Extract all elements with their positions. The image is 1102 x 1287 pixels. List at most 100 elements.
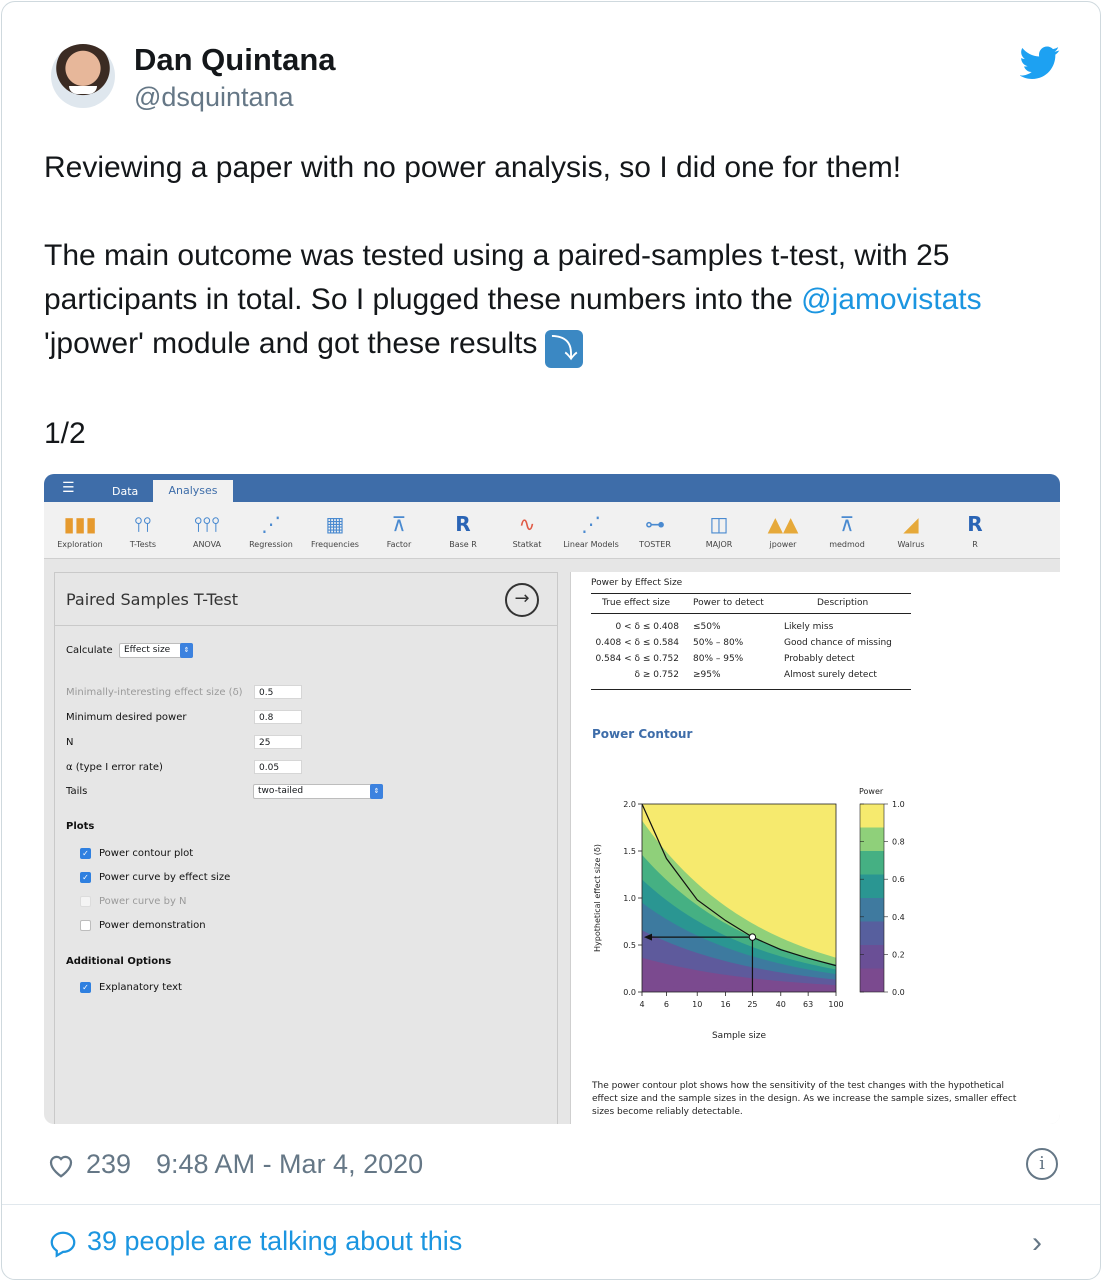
chevron-right-icon[interactable]: ›: [1032, 1226, 1042, 1260]
ribbon-linear-models[interactable]: ⋰ Linear Models: [556, 512, 626, 549]
tweet-text: Reviewing a paper with no power analysis…: [44, 146, 1064, 500]
y-tick-label: 0.0: [623, 988, 636, 997]
arrow-right-circle-icon[interactable]: →: [505, 583, 539, 617]
legend-tick-label: 0.8: [892, 838, 905, 847]
table-cell: Good chance of missing: [784, 638, 892, 648]
ribbon-exploration[interactable]: ▮▮▮ Exploration: [45, 512, 115, 549]
ribbon-label: Regression: [249, 540, 293, 549]
checkbox-power-contour[interactable]: ✓: [80, 848, 91, 859]
checkbox-power-curve-effect[interactable]: ✓: [80, 872, 91, 883]
table-cell: ≥95%: [693, 670, 721, 680]
speech-bubble-icon[interactable]: [48, 1229, 78, 1259]
ribbon-medmod[interactable]: ⊼ medmod: [812, 512, 882, 549]
checkbox-explanatory-text[interactable]: ✓: [80, 982, 91, 993]
info-icon[interactable]: i: [1026, 1148, 1058, 1180]
alpha-input[interactable]: 0.05: [254, 760, 302, 774]
avatar[interactable]: [51, 44, 115, 108]
chevron-updown-icon: ⇕: [180, 643, 193, 658]
ribbon-statkat[interactable]: ∿ Statkat: [492, 512, 562, 549]
ribbon-walrus[interactable]: ◢ Walrus: [876, 512, 946, 549]
mention-link[interactable]: @jamovistats: [801, 283, 982, 316]
ribbon-label: jpower: [769, 540, 797, 549]
legend-swatch: [860, 968, 884, 992]
legend-tick-label: 0.2: [892, 950, 905, 959]
table-rule: [591, 593, 911, 594]
timestamp[interactable]: 9:48 AM - Mar 4, 2020: [156, 1149, 423, 1180]
frequencies-icon: ▦: [325, 512, 345, 536]
legend-swatch: [860, 874, 884, 898]
ribbon-r[interactable]: RR: [940, 512, 1010, 549]
x-tick-label: 4: [639, 1000, 644, 1009]
arrow-down-icon: ⤵: [545, 330, 584, 368]
min-power-input[interactable]: 0.8: [254, 710, 302, 724]
ribbon-ttests[interactable]: ⫯⫯ T-Tests: [108, 512, 178, 549]
menu-icon[interactable]: ☰: [62, 481, 76, 495]
x-axis-label: Sample size: [712, 1031, 767, 1041]
ribbon-jpower[interactable]: ▲▲ jpower: [748, 512, 818, 549]
ribbon-label: TOSTER: [639, 540, 671, 549]
ribbon-label: ANOVA: [192, 540, 222, 549]
legend-swatch: [860, 898, 884, 922]
ribbon-label: T-Tests: [129, 540, 157, 549]
plots-heading: Plots: [66, 821, 95, 832]
author-name[interactable]: Dan Quintana: [134, 42, 336, 78]
anova-icon: ⫯⫯⫯: [193, 512, 221, 536]
analyses-ribbon: ▮▮▮ Exploration ⫯⫯ T-Tests ⫯⫯⫯ ANOVA ⋰ Regre…: [44, 502, 1060, 559]
table-cell: 50% – 80%: [693, 638, 744, 648]
table-cell: Almost surely detect: [784, 670, 877, 680]
min-effect-input[interactable]: 0.5: [254, 685, 302, 699]
tab-analyses[interactable]: Analyses: [153, 480, 233, 502]
legend-swatch: [860, 921, 884, 945]
regression-icon: ⋰: [261, 512, 281, 536]
table-header: Power to detect: [693, 598, 764, 608]
attached-image[interactable]: ☰ Data Analyses ▮▮▮ Exploration ⫯⫯ T-Tests…: [44, 474, 1060, 1124]
toster-icon: ⊶: [645, 512, 665, 536]
ribbon-anova[interactable]: ⫯⫯⫯ ANOVA: [172, 512, 242, 549]
min-power-label: Minimum desired power: [66, 712, 187, 723]
ribbon-factor[interactable]: ⊼ Factor: [364, 512, 434, 549]
calculate-select[interactable]: Effect size ⇕: [119, 643, 193, 658]
legend-tick-label: 1.0: [892, 800, 905, 809]
additional-options-heading: Additional Options: [66, 956, 172, 967]
power-contour-chart: 4 6 10 16 25 40 63 100 0.0 0.5 1.0 1.5 2.0 0.0 0.2 0.4…: [593, 787, 905, 1041]
x-tick-label: 16: [720, 1000, 730, 1009]
legend-swatch: [860, 945, 884, 969]
walrus-icon: ◢: [903, 512, 919, 536]
ttest-icon: ⫯⫯: [134, 512, 152, 536]
tails-select[interactable]: two-tailed ⇕: [253, 784, 383, 799]
tab-data[interactable]: Data: [112, 485, 138, 498]
calculate-value: Effect size: [124, 645, 171, 655]
checkbox-power-demonstration[interactable]: [80, 920, 91, 931]
contour-title: Power Contour: [592, 727, 693, 741]
ribbon-base-r[interactable]: R Base R: [428, 512, 498, 549]
n-input[interactable]: 25: [254, 735, 302, 749]
jamovi-topbar: ☰ Data Analyses: [44, 474, 1060, 502]
table-rule: [591, 689, 911, 690]
ribbon-regression[interactable]: ⋰ Regression: [236, 512, 306, 549]
ribbon-frequencies[interactable]: ▦ Frequencies: [300, 512, 370, 549]
y-tick-label: 1.0: [623, 894, 636, 903]
ribbon-major[interactable]: ◫ MAJOR: [684, 512, 754, 549]
author-handle[interactable]: @dsquintana: [134, 82, 294, 113]
legend-title: Power: [859, 787, 884, 796]
medmod-icon: ⊼: [839, 512, 855, 536]
legend-swatch: [860, 827, 884, 851]
checkbox-power-curve-n: [80, 896, 91, 907]
like-count[interactable]: 239: [86, 1149, 131, 1180]
conversation-link[interactable]: 39 people are talking about this: [87, 1226, 462, 1257]
table-header: True effect size: [602, 598, 671, 608]
heart-icon[interactable]: [46, 1150, 76, 1180]
checkbox-label: Power curve by N: [99, 896, 187, 907]
y-tick-label: 2.0: [623, 800, 636, 809]
tweet-text-part: 'jpower' module and got these results: [44, 327, 538, 360]
twitter-bird-icon[interactable]: [1020, 46, 1060, 80]
ribbon-label: medmod: [829, 540, 865, 549]
r-icon: R: [967, 512, 983, 536]
table-cell: 0 < δ ≤ 0.408: [615, 622, 679, 632]
options-panel: Paired Samples T-Test → Calculate Effect…: [54, 572, 558, 1124]
x-tick-label: 10: [692, 1000, 702, 1009]
r-icon: R: [455, 512, 471, 536]
ribbon-toster[interactable]: ⊶ TOSTER: [620, 512, 690, 549]
ribbon-label: Frequencies: [311, 540, 359, 549]
bar-chart-icon: ▮▮▮: [63, 512, 97, 536]
